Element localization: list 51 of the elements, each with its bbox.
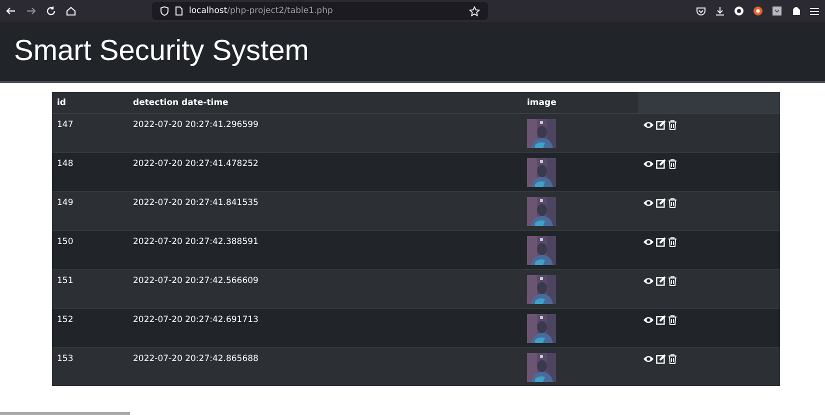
page-icon bbox=[175, 6, 183, 16]
table-cell: 2022-07-20 20:27:41.478252 bbox=[128, 152, 522, 192]
extension-icon[interactable] bbox=[772, 6, 782, 16]
home-icon[interactable] bbox=[66, 6, 76, 16]
table-cell: 151 bbox=[52, 270, 128, 308]
trash-icon[interactable] bbox=[668, 159, 677, 169]
edit-icon[interactable] bbox=[656, 120, 666, 130]
star-icon[interactable] bbox=[469, 6, 480, 16]
table-cell: 150 bbox=[52, 230, 128, 270]
trash-icon[interactable] bbox=[668, 315, 677, 325]
table-cell: 2022-07-20 20:27:42.691713 bbox=[128, 308, 522, 348]
table-cell: 148 bbox=[52, 152, 128, 192]
reload-icon[interactable] bbox=[46, 6, 56, 16]
eye-icon[interactable] bbox=[643, 277, 654, 285]
eye-icon[interactable] bbox=[643, 355, 654, 363]
download-icon[interactable] bbox=[715, 6, 725, 16]
forward-icon[interactable] bbox=[26, 6, 36, 16]
edit-icon[interactable] bbox=[656, 237, 666, 247]
eye-icon[interactable] bbox=[643, 160, 654, 168]
table-cell: 2022-07-20 20:27:42.865688 bbox=[128, 348, 522, 386]
eye-icon[interactable] bbox=[643, 238, 654, 246]
eye-icon[interactable] bbox=[643, 121, 654, 129]
table-cell: 2022-07-20 20:27:42.388591 bbox=[128, 230, 522, 270]
table-cell: 153 bbox=[52, 348, 128, 386]
edit-icon[interactable] bbox=[656, 354, 666, 364]
table-cell: 152 bbox=[52, 308, 128, 348]
edit-icon[interactable] bbox=[656, 198, 666, 208]
pocket-icon[interactable] bbox=[696, 6, 706, 16]
table-cell: 147 bbox=[52, 114, 128, 152]
table-cell: 2022-07-20 20:27:41.296599 bbox=[128, 114, 522, 152]
page-title: Smart Security System bbox=[14, 35, 309, 68]
trash-icon[interactable] bbox=[668, 198, 677, 208]
menu-icon[interactable] bbox=[810, 6, 819, 16]
trash-icon[interactable] bbox=[668, 237, 677, 247]
eye-icon[interactable] bbox=[643, 316, 654, 324]
column-header: id bbox=[52, 92, 128, 114]
trash-icon[interactable] bbox=[668, 354, 677, 364]
trash-icon[interactable] bbox=[668, 276, 677, 286]
extension-icon[interactable] bbox=[791, 6, 801, 16]
table-cell: 149 bbox=[52, 192, 128, 230]
eye-icon[interactable] bbox=[643, 199, 654, 207]
shield-icon[interactable] bbox=[160, 6, 169, 16]
column-header: image bbox=[522, 92, 638, 114]
column-header: detection date-time bbox=[128, 92, 522, 114]
edit-icon[interactable] bbox=[656, 276, 666, 286]
table-cell: 2022-07-20 20:27:41.841535 bbox=[128, 192, 522, 230]
edit-icon[interactable] bbox=[656, 159, 666, 169]
trash-icon[interactable] bbox=[668, 120, 677, 130]
back-icon[interactable] bbox=[6, 6, 16, 16]
edit-icon[interactable] bbox=[656, 315, 666, 325]
table-cell: 2022-07-20 20:27:42.566609 bbox=[128, 270, 522, 308]
